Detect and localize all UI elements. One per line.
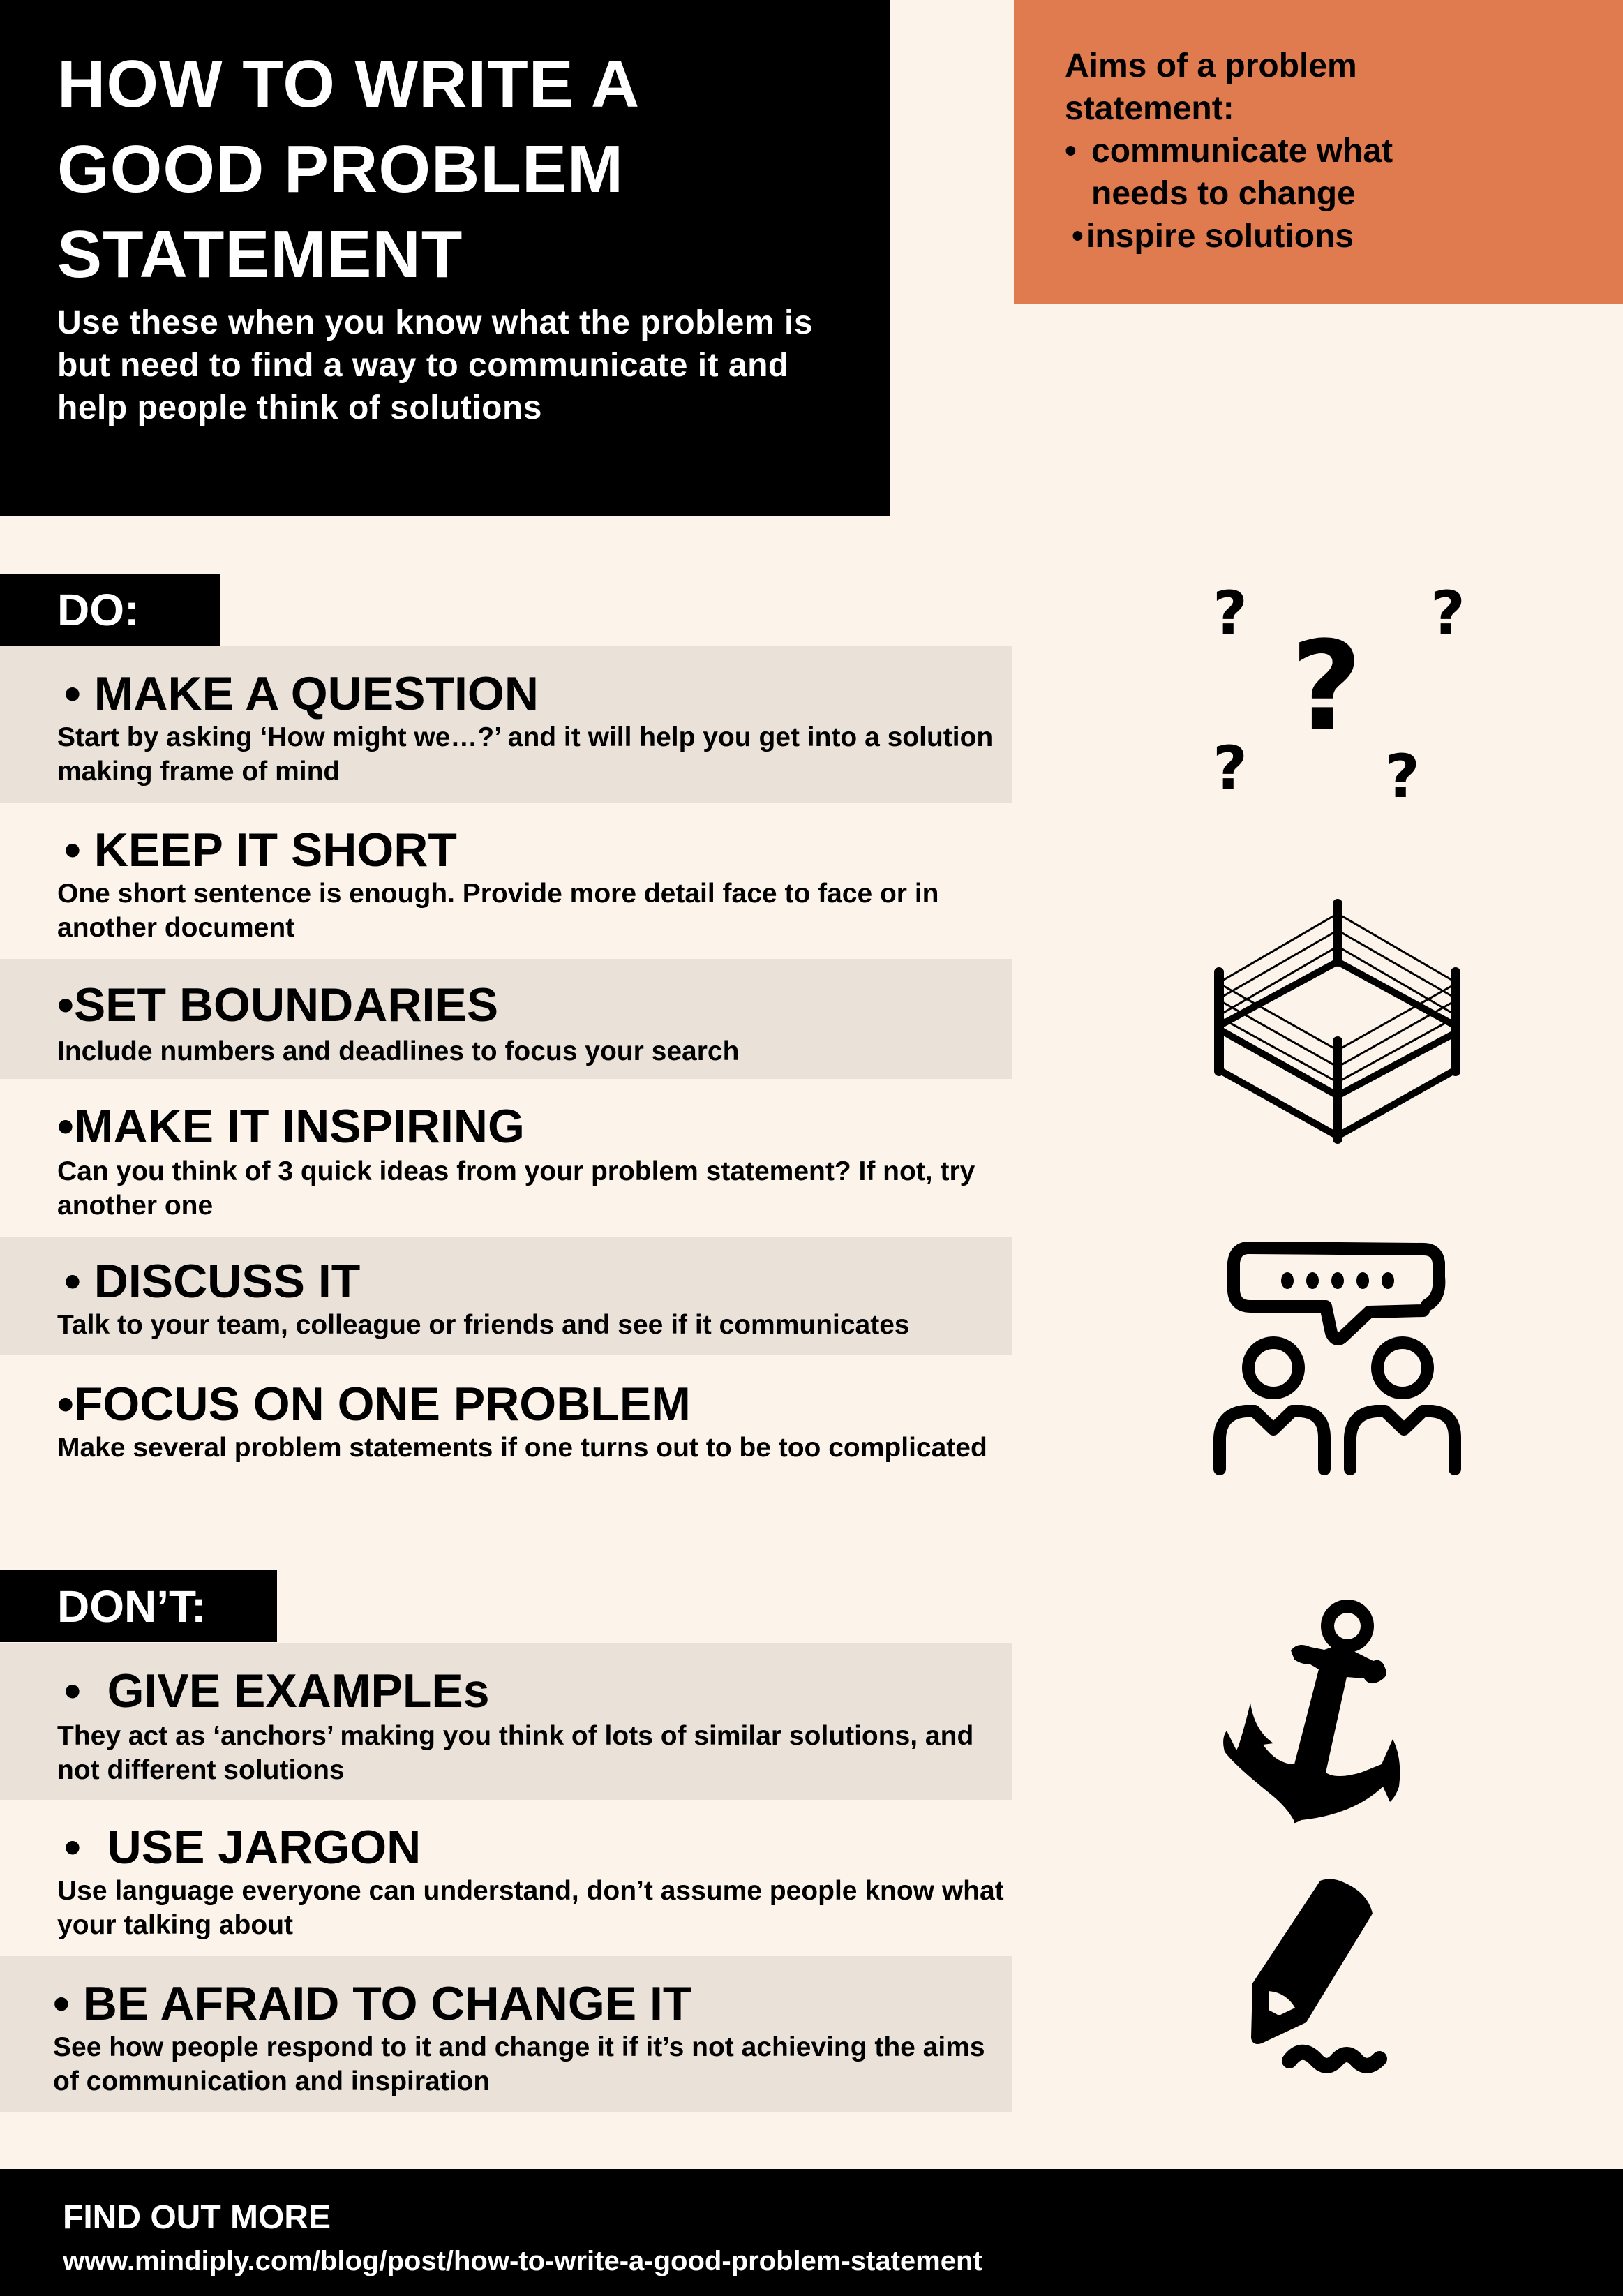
tip-heading-text: FOCUS ON ONE PROBLEM	[73, 1378, 691, 1431]
tip-heading-text: USE JARGON	[107, 1821, 421, 1874]
do-item-keep-it-short: • KEEP IT SHORT One short sentence is en…	[0, 803, 1012, 959]
tip-heading-text: MAKE A QUESTION	[94, 667, 539, 720]
do-section-label: DO:	[0, 574, 220, 646]
aims-item: • communicate what needs to change	[1065, 130, 1609, 215]
question-mark-icon: ?	[1213, 579, 1248, 648]
title-line: GOOD PROBLEM	[57, 132, 624, 207]
aims-title: Aims of a problem statement:	[1065, 45, 1595, 130]
tip-heading: • MAKE A QUESTION	[64, 666, 539, 722]
bullet-icon: •	[53, 1977, 70, 2030]
tip-heading: •FOCUS ON ONE PROBLEM	[57, 1376, 691, 1432]
aims-item-line: needs to change	[1091, 175, 1356, 212]
title-line: HOW TO WRITE A	[57, 47, 641, 121]
footer-link[interactable]: www.mindiply.com/blog/post/how-to-write-…	[63, 2243, 982, 2279]
tip-heading: • GIVE EXAMPLEs	[64, 1663, 490, 1719]
pencil-icon	[1214, 1863, 1423, 2080]
do-item-focus-on-one-problem: •FOCUS ON ONE PROBLEM Make several probl…	[0, 1355, 1012, 1513]
bullet-icon: •	[64, 667, 81, 720]
dont-section-label: DON’T:	[0, 1570, 277, 1642]
tip-description: Include numbers and deadlines to focus y…	[57, 1036, 740, 1066]
question-marks-icon: ? ? ? ? ?	[1186, 558, 1507, 837]
tip-description: Can you think of 3 quick ideas from your…	[57, 1156, 975, 1221]
tip-description: See how people respond to it and change …	[53, 2032, 985, 2096]
dont-item-use-jargon: • USE JARGON Use language everyone can u…	[0, 1800, 1012, 1956]
bullet-icon: •	[57, 978, 74, 1031]
anchor-icon	[1186, 1584, 1437, 1842]
aims-title-line: statement:	[1065, 90, 1234, 127]
bullet-icon: •	[64, 1255, 81, 1308]
tip-description: One short sentence is enough. Provide mo…	[57, 879, 939, 943]
tip-heading-text: MAKE IT INSPIRING	[73, 1100, 525, 1153]
footer-title: FIND OUT MORE	[63, 2199, 331, 2236]
question-mark-icon: ?	[1291, 615, 1363, 758]
tip-heading: • DISCUSS IT	[64, 1253, 360, 1309]
page-title: HOW TO WRITE A GOOD PROBLEM STATEMENT	[57, 42, 860, 297]
bullet-icon: •	[64, 1821, 81, 1874]
tip-heading-text: GIVE EXAMPLEs	[107, 1664, 490, 1717]
tip-description: Talk to your team, colleague or friends …	[57, 1310, 910, 1340]
bullet-icon: •	[1072, 218, 1084, 255]
page-subtitle: Use these when you know what the problem…	[57, 304, 814, 426]
tip-description: Start by asking ‘How might we…?’ and it …	[57, 722, 994, 787]
tip-description: They act as ‘anchors’ making you think o…	[57, 1721, 974, 1785]
question-mark-icon: ?	[1385, 742, 1420, 812]
tip-heading-text: SET BOUNDARIES	[73, 978, 499, 1031]
bullet-icon: •	[1065, 133, 1077, 170]
aims-item-line: inspire solutions	[1086, 218, 1354, 255]
do-item-make-it-inspiring: •MAKE IT INSPIRING Can you think of 3 qu…	[0, 1079, 1012, 1237]
tip-heading: • BE AFRAID TO CHANGE IT	[53, 1976, 691, 2032]
bullet-icon: •	[57, 1100, 74, 1153]
tip-description: Use language everyone can understand, do…	[57, 1876, 1004, 1940]
bullet-icon: •	[64, 1664, 81, 1717]
tip-heading-text: DISCUSS IT	[94, 1255, 361, 1308]
tip-heading-text: KEEP IT SHORT	[94, 823, 457, 877]
boxing-ring-icon	[1186, 879, 1507, 1158]
tip-description: Make several problem statements if one t…	[57, 1433, 987, 1463]
question-mark-icon: ?	[1430, 579, 1465, 648]
tip-heading: • USE JARGON	[64, 1819, 421, 1875]
bullet-icon: •	[64, 823, 81, 877]
bullet-icon: •	[57, 1378, 74, 1431]
tip-heading: •SET BOUNDARIES	[57, 977, 498, 1033]
tip-heading: •MAKE IT INSPIRING	[57, 1098, 525, 1154]
do-item-set-boundaries: •SET BOUNDARIES Include numbers and dead…	[0, 959, 1012, 1079]
header-block: HOW TO WRITE A GOOD PROBLEM STATEMENT Us…	[0, 0, 890, 516]
do-item-discuss-it: • DISCUSS IT Talk to your team, colleagu…	[0, 1237, 1012, 1355]
aims-item: • inspire solutions	[1065, 215, 1609, 258]
discussion-icon	[1186, 1221, 1507, 1493]
dont-item-be-afraid-to-change-it: • BE AFRAID TO CHANGE IT See how people …	[0, 1956, 1012, 2112]
do-item-make-a-question: • MAKE A QUESTION Start by asking ‘How m…	[0, 646, 1012, 803]
aims-box: Aims of a problem statement: • communica…	[1014, 0, 1623, 304]
question-mark-icon: ?	[1213, 733, 1248, 803]
aims-item-line: communicate what	[1091, 133, 1393, 170]
aims-list: • communicate what needs to change • ins…	[1065, 130, 1609, 258]
tip-heading-text: BE AFRAID TO CHANGE IT	[82, 1977, 692, 2030]
title-line: STATEMENT	[57, 217, 463, 292]
aims-title-line: Aims of a problem	[1065, 47, 1357, 84]
dont-item-give-examples: • GIVE EXAMPLEs They act as ‘anchors’ ma…	[0, 1643, 1012, 1800]
footer: FIND OUT MORE www.mindiply.com/blog/post…	[0, 2169, 1623, 2296]
tip-heading: • KEEP IT SHORT	[64, 822, 457, 878]
